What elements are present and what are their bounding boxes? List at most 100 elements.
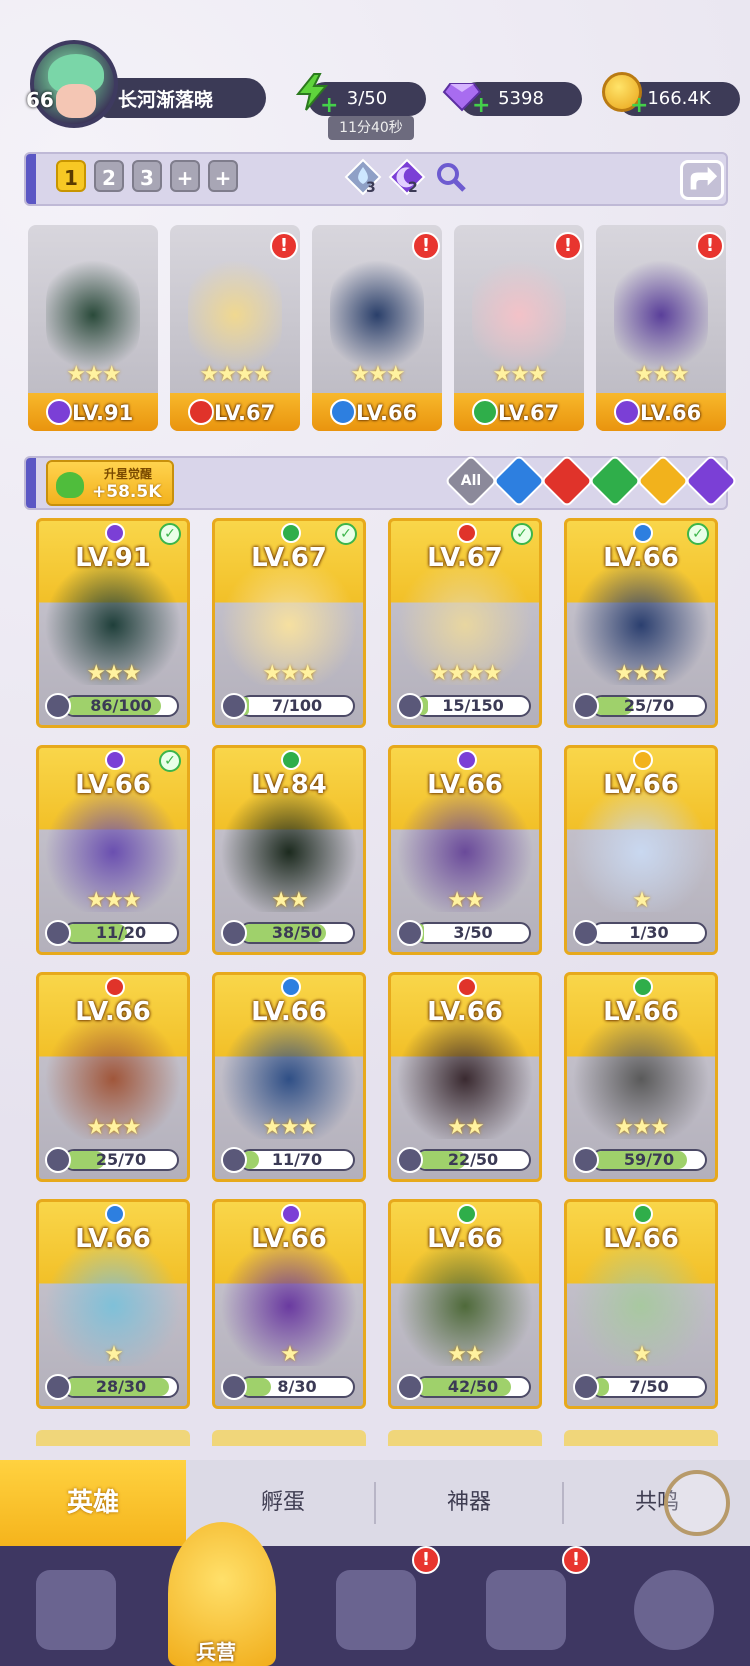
hero-card[interactable]: LV.66 ★★★ 11/70	[212, 972, 366, 1182]
dark-element-count-icon[interactable]	[386, 156, 428, 198]
hero-card[interactable]: LV.84 ★★ 38/50	[212, 745, 366, 955]
hero-level: LV.67	[427, 543, 503, 573]
share-button[interactable]	[680, 160, 724, 200]
hero-level: LV.66	[427, 1224, 503, 1254]
shard-icon	[397, 1374, 423, 1400]
hero-stars: ★	[632, 1342, 652, 1367]
hero-card[interactable]: LV.66 ★★ 42/50	[388, 1199, 542, 1409]
shard-icon	[397, 1147, 423, 1173]
shard-progress-bar: 86/100	[63, 695, 179, 717]
wind-element-icon	[457, 1204, 477, 1224]
player-name: 长河渐落晓	[118, 89, 214, 111]
team-tab-add-2[interactable]: +	[208, 160, 238, 192]
hero-level: LV.91	[75, 543, 151, 573]
hero-stars: ★★★	[86, 1115, 141, 1140]
shard-icon	[221, 1374, 247, 1400]
filter-all-label: All	[460, 473, 482, 489]
hero-level: LV.66	[75, 997, 151, 1027]
hero-stars: ★★★	[262, 1115, 317, 1140]
cards-nav-icon[interactable]	[36, 1570, 116, 1650]
hero-level: LV.91	[72, 401, 134, 425]
shard-icon	[573, 920, 599, 946]
team-hero-card[interactable]: ★★★ LV.91	[28, 225, 158, 431]
hero-card[interactable]: LV.66 ★ 1/30	[564, 745, 718, 955]
shard-progress-bar: 25/70	[591, 695, 707, 717]
team-tab-2[interactable]: 2	[94, 160, 124, 192]
upstar-awaken-button[interactable]: 升星觉醒 +58.5K	[46, 460, 174, 506]
player-avatar[interactable]	[30, 40, 118, 128]
hero-stars: ★	[632, 888, 652, 913]
energy-value: 3/50	[346, 88, 388, 109]
hero-card[interactable]: LV.66 ★★ 3/50	[388, 745, 542, 955]
wind-element-icon	[633, 977, 653, 997]
shard-progress-text: 25/70	[623, 696, 675, 715]
add-energy-icon[interactable]: +	[320, 95, 338, 117]
check-icon: ✓	[159, 750, 181, 772]
hero-level: LV.66	[603, 543, 679, 573]
wind-element-icon	[281, 750, 301, 770]
hero-level: LV.66	[603, 770, 679, 800]
hero-level: LV.66	[640, 401, 702, 425]
wind-element-icon	[281, 523, 301, 543]
shard-icon	[221, 693, 247, 719]
water-count: 3	[366, 180, 376, 196]
hero-card[interactable]: LV.66 ★★★ 59/70	[564, 972, 718, 1182]
hero-level: LV.84	[251, 770, 327, 800]
hero-alert-badge: !	[270, 232, 298, 260]
hero-stars: ★★★	[614, 661, 669, 686]
bottom-nav: ! !	[0, 1546, 750, 1666]
hero-level: LV.67	[251, 543, 327, 573]
hero-card[interactable]: LV.66 ★ 7/50	[564, 1199, 718, 1409]
shard-progress-text: 1/30	[629, 923, 669, 942]
hero-stars: ★★★★	[199, 362, 273, 387]
wind-element-icon	[472, 399, 498, 425]
hero-portrait	[330, 255, 424, 375]
fire-element-icon	[105, 977, 125, 997]
dark-element-icon	[614, 399, 640, 425]
hero-card[interactable]: ✓ LV.67 ★★★ 7/100	[212, 518, 366, 728]
hero-stars: ★★★	[492, 362, 547, 387]
water-element-icon	[330, 399, 356, 425]
team-tab-add-1[interactable]: +	[170, 160, 200, 192]
shard-progress-text: 15/150	[442, 696, 504, 715]
hero-portrait	[472, 255, 566, 375]
next-row-card-edge	[564, 1430, 718, 1446]
hero-card[interactable]: ✓ LV.66 ★★★ 11/20	[36, 745, 190, 955]
tab-artifact[interactable]: 神器	[376, 1460, 562, 1546]
tab-heroes[interactable]: 英雄	[0, 1460, 186, 1546]
shard-icon	[221, 1147, 247, 1173]
hero-card[interactable]: ✓ LV.66 ★★★ 25/70	[564, 518, 718, 728]
shard-progress-bar: 7/100	[239, 695, 355, 717]
hero-card[interactable]: LV.66 ★ 28/30	[36, 1199, 190, 1409]
water-element-count-icon[interactable]	[342, 156, 384, 198]
search-icon[interactable]	[434, 160, 468, 194]
hero-card[interactable]: LV.66 ★★ 22/50	[388, 972, 542, 1182]
hero-portrait	[46, 255, 140, 375]
dark-element-icon	[281, 1204, 301, 1224]
shard-progress-bar: 28/30	[63, 1376, 179, 1398]
hero-level: LV.67	[214, 401, 276, 425]
hero-card[interactable]: LV.66 ★ 8/30	[212, 1199, 366, 1409]
shard-progress-text: 28/30	[95, 1377, 147, 1396]
shard-progress-bar: 25/70	[63, 1149, 179, 1171]
hero-alert-badge: !	[554, 232, 582, 260]
shrine-nav-icon[interactable]	[486, 1570, 566, 1650]
shard-icon	[45, 1374, 71, 1400]
hero-level: LV.66	[427, 770, 503, 800]
add-gold-icon[interactable]: +	[630, 95, 648, 117]
team-tab-1[interactable]: 1	[56, 160, 86, 192]
hero-stars: ★★★	[634, 362, 689, 387]
hero-level: LV.67	[498, 401, 560, 425]
hero-stars: ★	[104, 1342, 124, 1367]
floating-action-button[interactable]	[664, 1470, 730, 1536]
book-nav-icon[interactable]	[336, 1570, 416, 1650]
add-gem-icon[interactable]: +	[472, 95, 490, 117]
hero-card[interactable]: ✓ LV.67 ★★★★ 15/150	[388, 518, 542, 728]
water-element-icon	[633, 523, 653, 543]
mushroom-nav-icon[interactable]	[634, 1570, 714, 1650]
wind-element-icon	[633, 1204, 653, 1224]
hero-card[interactable]: LV.66 ★★★ 25/70	[36, 972, 190, 1182]
team-tab-3[interactable]: 3	[132, 160, 162, 192]
hero-card[interactable]: ✓ LV.91 ★★★ 86/100	[36, 518, 190, 728]
shard-progress-bar: 1/30	[591, 922, 707, 944]
